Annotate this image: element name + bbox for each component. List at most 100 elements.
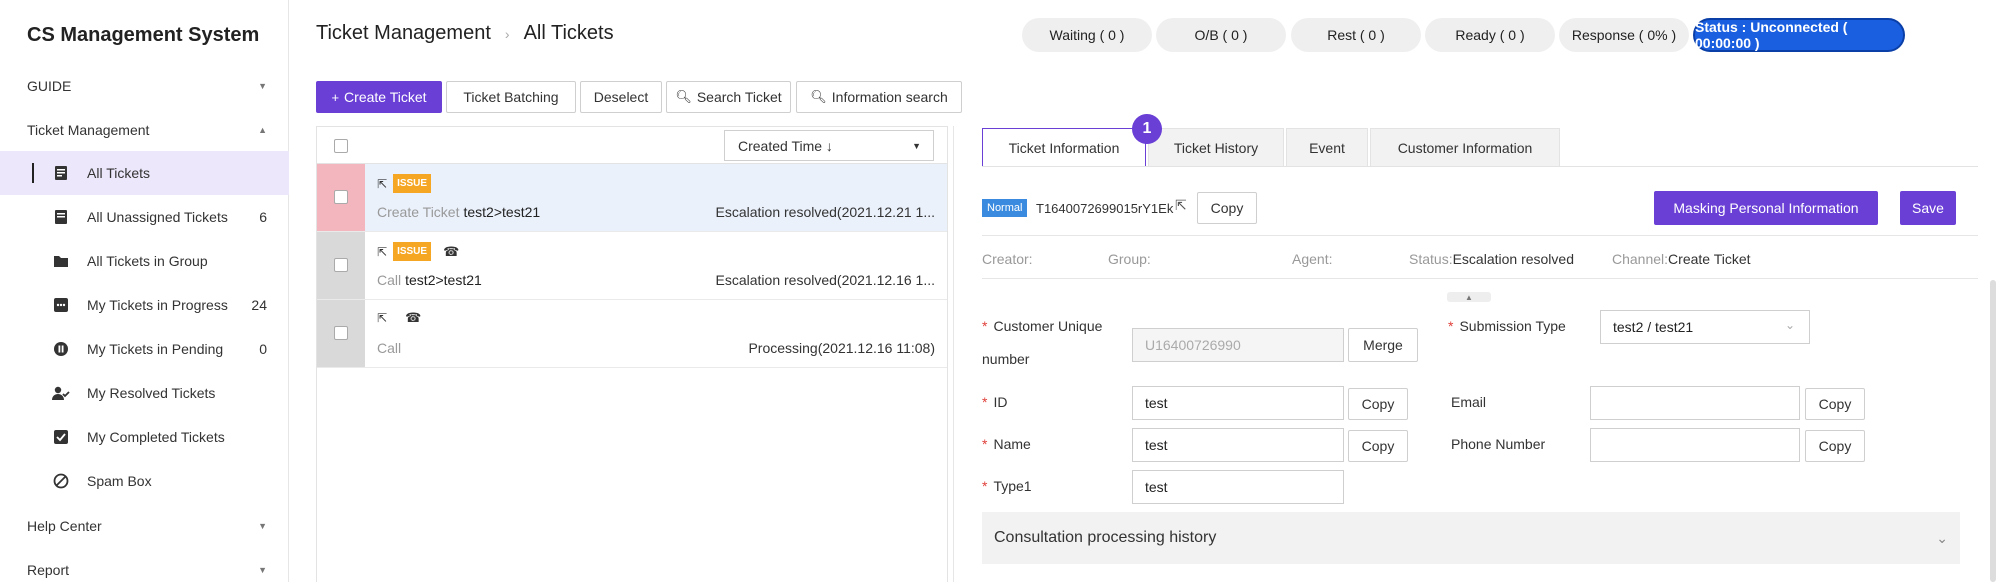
breadcrumb-item[interactable]: Ticket Management xyxy=(316,22,491,45)
search-ticket-button[interactable]: 🔍︎ Search Ticket xyxy=(666,81,791,113)
sidebar-item-all-tickets[interactable]: All Tickets xyxy=(0,151,289,195)
sidebar-group-report[interactable]: Report ▼ xyxy=(0,550,289,582)
sidebar-item-my-pending[interactable]: My Tickets in Pending 0 xyxy=(0,327,289,371)
app-root: CS Management System GUIDE ▼ Ticket Mana… xyxy=(0,0,2000,582)
status-ready[interactable]: Ready ( 0 ) xyxy=(1425,18,1555,52)
ticket-row[interactable]: ⇱ ☎ Call Processing(2021.12.16 11:08) xyxy=(317,300,947,368)
type1-field[interactable]: test xyxy=(1132,470,1344,504)
submission-type-select[interactable]: test2 / test21 ⌄ xyxy=(1600,310,1810,344)
step-badge: 1 xyxy=(1132,114,1162,144)
copy-ticket-id-button[interactable]: Copy xyxy=(1197,192,1257,224)
copy-phone-button[interactable]: Copy xyxy=(1805,430,1865,462)
sidebar-group-ticket-management[interactable]: Ticket Management ▲ xyxy=(0,110,289,150)
deselect-button[interactable]: Deselect xyxy=(580,81,662,113)
row-status: Processing(2021.12.16 11:08) xyxy=(748,340,935,356)
sidebar-item-count: 6 xyxy=(259,209,267,225)
accordion-title: Consultation processing history xyxy=(994,529,1217,546)
sidebar-item-spam-box[interactable]: Spam Box xyxy=(0,459,289,503)
required-mark: * xyxy=(982,318,988,334)
masking-personal-info-button[interactable]: Masking Personal Information xyxy=(1654,191,1878,225)
id-field[interactable]: test xyxy=(1132,386,1344,420)
external-link-icon[interactable]: ⇱ xyxy=(377,177,387,191)
tab-underline xyxy=(982,166,1978,167)
tab-customer-information[interactable]: Customer Information xyxy=(1370,128,1560,167)
button-label: Search Ticket xyxy=(696,89,782,105)
external-link-icon[interactable]: ⇱ xyxy=(1175,197,1187,214)
create-ticket-button[interactable]: + Create Ticket xyxy=(316,81,442,113)
button-label: Information search xyxy=(831,89,948,105)
ticket-batching-button[interactable]: Ticket Batching xyxy=(446,81,576,113)
sidebar-item-count: 0 xyxy=(259,341,267,357)
name-label: * Name xyxy=(982,436,1031,452)
block-icon xyxy=(52,472,70,490)
row-checkbox[interactable] xyxy=(334,258,348,272)
ticket-row[interactable]: ⇱ ISSUE Create Ticket test2>test21 Escala… xyxy=(317,164,947,232)
label-text: Type1 xyxy=(993,478,1032,494)
information-search-button[interactable]: 🔍︎ Information search xyxy=(796,81,962,113)
row-type: test2>test21 xyxy=(463,204,541,220)
status-rest[interactable]: Rest ( 0 ) xyxy=(1291,18,1421,52)
row-checkbox[interactable] xyxy=(334,190,348,204)
row-checkbox[interactable] xyxy=(334,326,348,340)
breadcrumb: Ticket Management › All Tickets xyxy=(316,22,614,45)
required-mark: * xyxy=(982,394,988,410)
ticket-row[interactable]: ⇱ ISSUE ☎ Call test2>test21 Escalation re… xyxy=(317,232,947,300)
ticket-list-header: Created Time ↓ ▼ xyxy=(317,127,947,164)
pause-icon xyxy=(52,340,70,358)
connection-status[interactable]: Status : Unconnected ( 00:00:00 ) xyxy=(1693,18,1905,52)
tab-ticket-information[interactable]: Ticket Information xyxy=(982,128,1146,167)
sidebar: CS Management System GUIDE ▼ Ticket Mana… xyxy=(0,0,289,582)
customer-unique-label-cont: number xyxy=(982,351,1030,367)
row-status: Escalation resolved(2021.12.16 1... xyxy=(715,272,935,288)
sidebar-item-my-resolved[interactable]: My Resolved Tickets xyxy=(0,371,289,415)
consultation-history-accordion[interactable]: Consultation processing history ⌄ xyxy=(982,512,1960,564)
meta-value: Escalation resolved xyxy=(1452,251,1574,267)
type1-label: * Type1 xyxy=(982,478,1032,494)
ticket-icon xyxy=(52,208,70,226)
sidebar-item-all-unassigned[interactable]: All Unassigned Tickets 6 xyxy=(0,195,289,239)
copy-email-button[interactable]: Copy xyxy=(1805,388,1865,420)
plus-icon: + xyxy=(331,89,340,105)
sidebar-item-label: All Tickets xyxy=(87,165,151,181)
status-waiting[interactable]: Waiting ( 0 ) xyxy=(1022,18,1152,52)
row-icons: ⇱ ☎ xyxy=(377,310,421,326)
detail-scrollbar[interactable] xyxy=(1990,280,1996,582)
sidebar-group-label: GUIDE xyxy=(27,78,72,94)
status-ob[interactable]: O/B ( 0 ) xyxy=(1156,18,1286,52)
copy-name-button[interactable]: Copy xyxy=(1348,430,1408,462)
panel-divider[interactable] xyxy=(953,126,954,582)
divider xyxy=(982,278,1978,279)
external-link-icon[interactable]: ⇱ xyxy=(377,311,387,325)
meta-label: Agent: xyxy=(1292,251,1333,267)
sidebar-group-help-center[interactable]: Help Center ▼ xyxy=(0,506,289,546)
name-field[interactable]: test xyxy=(1132,428,1344,462)
sidebar-group-label: Help Center xyxy=(27,518,102,534)
row-title: Create Ticket test2>test21 xyxy=(377,204,540,220)
customer-unique-number-field[interactable]: U16400726990 xyxy=(1132,328,1344,362)
merge-button[interactable]: Merge xyxy=(1348,328,1418,362)
sort-select[interactable]: Created Time ↓ ▼ xyxy=(724,130,934,161)
external-link-icon[interactable]: ⇱ xyxy=(377,245,387,259)
sidebar-item-all-in-group[interactable]: All Tickets in Group xyxy=(0,239,289,283)
select-all-checkbox[interactable] xyxy=(334,139,348,153)
sidebar-item-my-in-progress[interactable]: My Tickets in Progress 24 xyxy=(0,283,289,327)
user-check-icon xyxy=(52,384,70,402)
email-field[interactable] xyxy=(1590,386,1800,420)
sort-label: Created Time ↓ xyxy=(738,137,833,154)
sidebar-item-my-completed[interactable]: My Completed Tickets xyxy=(0,415,289,459)
sidebar-group-guide[interactable]: GUIDE ▼ xyxy=(0,66,289,106)
ticket-id: T1640072699015rY1Ek xyxy=(1036,201,1174,216)
tab-ticket-history[interactable]: Ticket History xyxy=(1148,128,1284,167)
chevron-down-icon: ⌄ xyxy=(1784,318,1795,332)
id-label: * ID xyxy=(982,394,1007,410)
tab-event[interactable]: Event xyxy=(1286,128,1368,167)
phone-number-field[interactable] xyxy=(1590,428,1800,462)
folder-icon xyxy=(52,252,70,270)
collapse-handle[interactable]: ▲ xyxy=(1447,292,1491,302)
row-title: Call xyxy=(377,340,405,356)
save-button[interactable]: Save xyxy=(1900,191,1956,225)
sidebar-item-label: My Resolved Tickets xyxy=(87,385,216,401)
required-mark: * xyxy=(1448,318,1454,334)
status-response[interactable]: Response ( 0% ) xyxy=(1559,18,1689,52)
copy-id-button[interactable]: Copy xyxy=(1348,388,1408,420)
